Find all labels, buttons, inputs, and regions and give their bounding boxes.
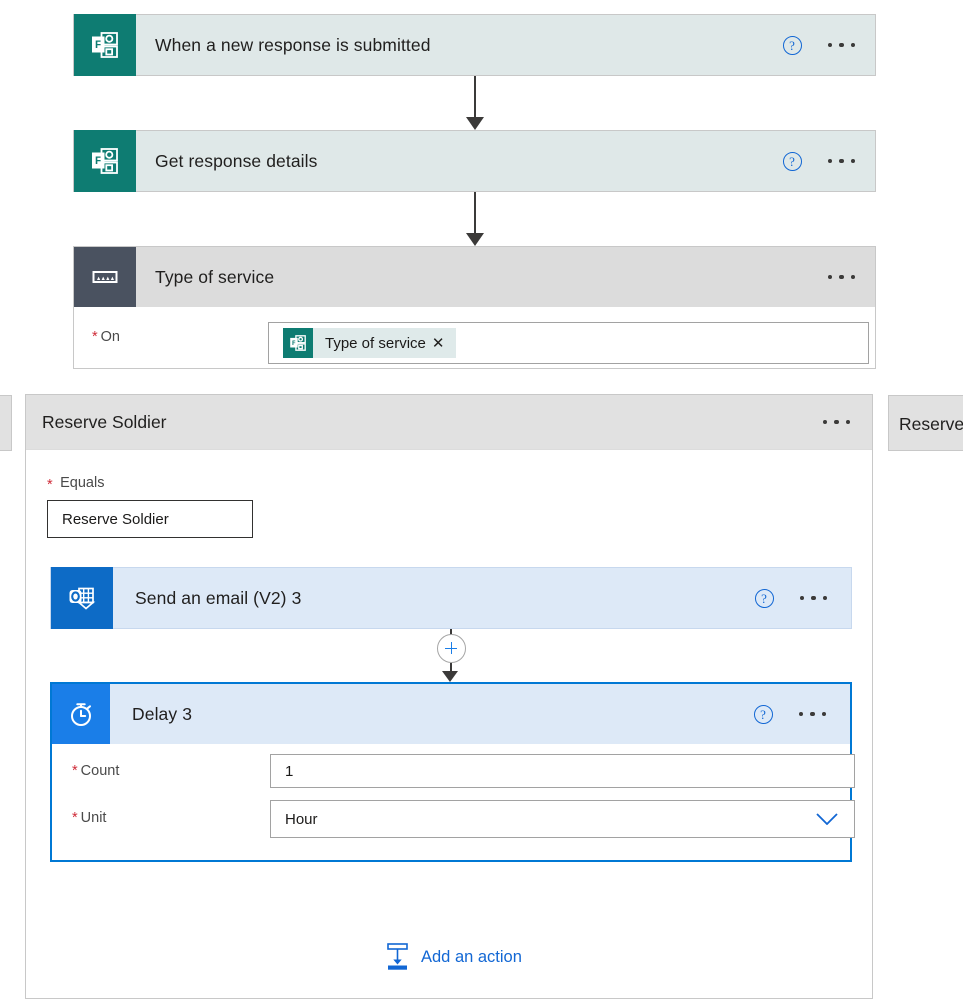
required-marker: * (92, 329, 98, 345)
case-panel-title: Reserve Soldier (42, 411, 167, 432)
insert-action-plus-button[interactable] (437, 634, 466, 663)
switch-card-actions (827, 274, 876, 280)
add-an-action-button[interactable]: Add an action (385, 943, 522, 971)
connector-line-1 (474, 76, 476, 121)
send-an-email-header: Send an email (V2) 3 ? (51, 567, 852, 629)
required-marker: * (47, 477, 53, 493)
help-icon[interactable]: ? (754, 588, 774, 608)
flow-designer-canvas: F When a new response is submitted ? F G… (0, 0, 963, 999)
trigger-card-actions: ? (782, 35, 876, 55)
send-an-email-actions: ? (754, 588, 852, 608)
action-card-delay-3[interactable]: Delay 3 ? * Count 1 * Unit Hour (50, 682, 855, 862)
delay-unit-label: Unit (80, 810, 107, 826)
switch-on-input[interactable]: F Type of service ✕ (268, 322, 869, 364)
delay-count-label-row: * Count (72, 763, 119, 779)
get-response-details-actions: ? (782, 151, 876, 171)
switch-on-label: On (100, 329, 120, 345)
case-equals-label-row: * Equals (47, 474, 104, 493)
switch-control-icon (74, 247, 136, 307)
case-equals-value: Reserve Soldier (62, 510, 169, 528)
switch-card-type-of-service[interactable]: Type of service * On F Type of service ✕ (73, 246, 876, 369)
trigger-card-title: When a new response is submitted (155, 34, 431, 55)
overflow-menu-icon[interactable] (827, 42, 855, 48)
add-an-action-label: Add an action (421, 947, 522, 966)
overflow-menu-icon[interactable] (822, 419, 850, 425)
switch-card-header[interactable]: Type of service (74, 247, 875, 307)
chevron-down-icon[interactable] (816, 813, 838, 825)
case-equals-label: Equals (60, 475, 105, 491)
microsoft-forms-icon: F (74, 14, 136, 76)
connector-arrowhead-3 (442, 671, 458, 682)
case-panel-next-clipped[interactable]: Reserve (888, 395, 963, 451)
delay-count-input[interactable]: 1 (270, 754, 855, 788)
overflow-menu-icon[interactable] (798, 711, 826, 717)
switch-on-label-row: * On (92, 329, 120, 345)
connector-arrowhead-2 (466, 233, 484, 246)
microsoft-forms-icon: F (74, 130, 136, 192)
switch-card-title: Type of service (155, 266, 275, 287)
delay-3-title: Delay 3 (132, 703, 193, 724)
overflow-menu-icon[interactable] (827, 274, 855, 280)
connector-arrowhead-1 (466, 117, 484, 130)
help-icon[interactable]: ? (782, 151, 802, 171)
required-marker: * (72, 763, 78, 779)
trigger-card-header: F When a new response is submitted ? (74, 14, 876, 76)
get-response-details-title: Get response details (155, 150, 318, 171)
trigger-card-when-a-new-response-is-submitted[interactable]: F When a new response is submitted ? (73, 14, 876, 76)
case-equals-input[interactable]: Reserve Soldier (47, 500, 253, 538)
delay-count-label: Count (80, 763, 120, 779)
insert-action-icon (387, 943, 408, 970)
dynamic-content-token-label: Type of service (325, 334, 426, 352)
overflow-menu-icon[interactable] (827, 158, 855, 164)
close-icon[interactable]: ✕ (432, 336, 457, 351)
delay-unit-dropdown[interactable]: Hour (270, 800, 855, 838)
overflow-menu-icon[interactable] (799, 595, 827, 601)
connector-line-2 (474, 192, 476, 237)
get-response-details-header: F Get response details ? (74, 130, 876, 192)
delay-3-header[interactable]: Delay 3 ? (52, 684, 850, 744)
delay-count-value: 1 (285, 762, 294, 780)
case-panel-reserve-soldier: Reserve Soldier * Equals Reserve Soldier (25, 394, 873, 999)
required-marker: * (72, 810, 78, 826)
help-icon[interactable]: ? (782, 35, 802, 55)
send-an-email-title: Send an email (V2) 3 (135, 587, 302, 608)
case-panel-previous-clipped[interactable] (0, 395, 12, 451)
delay-3-actions: ? (753, 704, 851, 724)
delay-stopwatch-icon (52, 684, 110, 744)
help-icon[interactable]: ? (753, 704, 773, 724)
dynamic-content-token[interactable]: F Type of service ✕ (283, 328, 457, 358)
case-panel-header[interactable]: Reserve Soldier (26, 395, 872, 450)
delay-unit-label-row: * Unit (72, 810, 106, 826)
action-card-get-response-details[interactable]: F Get response details ? (73, 130, 876, 192)
action-card-send-an-email[interactable]: Send an email (V2) 3 ? (50, 567, 852, 629)
case-panel-next-title: Reserve (899, 414, 963, 434)
delay-unit-value: Hour (285, 810, 318, 828)
outlook-icon (51, 567, 113, 629)
microsoft-forms-icon: F (283, 328, 313, 358)
